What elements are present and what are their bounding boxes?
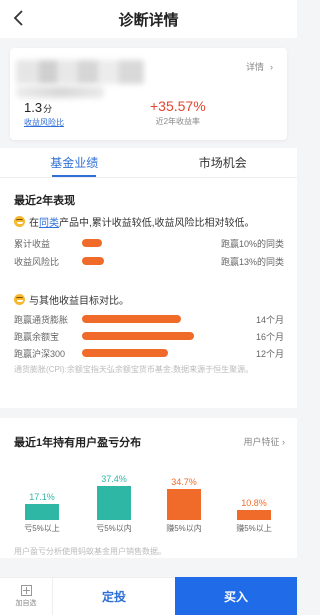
target-row-csi300: 跑赢沪深300 12个月: [14, 346, 284, 360]
target-bar-track: [82, 315, 232, 323]
target-note: 与其他收益目标对比。: [14, 292, 129, 307]
distribution-pct: 34.7%: [171, 477, 197, 487]
chevron-left-icon: [13, 10, 23, 26]
target-bar: [82, 315, 181, 323]
tab-fund-performance[interactable]: 基金业绩: [0, 148, 149, 177]
target-row-value: 14个月: [255, 314, 284, 325]
distribution-label: 赚5%以上: [236, 524, 272, 533]
detail-label: 详情: [245, 62, 264, 72]
distribution-pct: 17.1%: [29, 492, 55, 502]
distribution-column: 34.7% 赚5%以内: [158, 477, 210, 534]
distribution-column: 17.1% 亏5%以上: [16, 492, 68, 534]
detail-link[interactable]: 详情 ›: [246, 60, 273, 73]
bottom-action-bar: 加自选 定投 买入: [0, 577, 297, 615]
target-bar-track: [82, 349, 232, 357]
distribution-label: 赚5%以内: [166, 524, 202, 533]
target-bar: [82, 349, 168, 357]
section-title: 最近2年表现: [14, 195, 76, 207]
target-row-label: 跑赢沪深300: [14, 348, 66, 359]
risk-return-metric: 1.3分 收益风险比: [24, 100, 64, 128]
peer-row-value: 跑赢13%的同类: [220, 256, 284, 267]
peer-bar-track: [82, 257, 212, 265]
fund-summary-card[interactable]: 详情 › 1.3分 收益风险比 +35.57% 近2年收益率: [10, 48, 287, 140]
peer-row-label: 收益风险比: [14, 256, 60, 267]
target-row-value: 12个月: [255, 348, 284, 359]
distribution-column: 10.8% 赚5%以上: [228, 498, 280, 534]
target-row-yuebao: 跑赢余额宝 16个月: [14, 329, 284, 343]
add-to-watchlist-label: 加自选: [15, 600, 37, 607]
peer-note: 在同类 产品中,累计收益较低,收益风险比相对较低。: [14, 214, 255, 229]
peer-row-risk-return: 收益风险比 跑赢13%的同类: [14, 254, 284, 268]
distribution-pct: 10.8%: [241, 498, 267, 508]
fund-name-blurred: [16, 60, 144, 84]
smiley-icon: [14, 216, 25, 227]
distribution-panel: 最近1年持有用户盈亏分布 用户特征 › 17.1% 亏5%以上 37.4% 亏5…: [0, 418, 297, 558]
distribution-label: 亏5%以内: [96, 524, 132, 533]
two-year-return-metric: +35.57% 近2年收益率: [150, 98, 206, 127]
tab-market-opportunity[interactable]: 市场机会: [149, 148, 298, 177]
peer-bar-track: [82, 239, 212, 247]
target-row-label: 跑赢通货膨胀: [14, 314, 69, 325]
distribution-bar: [25, 504, 59, 520]
page-title: 诊断详情: [118, 11, 179, 29]
peer-bar: [82, 239, 102, 247]
performance-panel: 基金业绩 市场机会 最近2年表现 在同类 产品中,累计收益较低,收益风险比相对较低…: [0, 148, 297, 408]
buy-button[interactable]: 买入: [175, 577, 297, 615]
target-row-inflation: 跑赢通货膨胀 14个月: [14, 312, 284, 326]
plus-square-icon: [20, 585, 32, 596]
tab-bar: 基金业绩 市场机会: [0, 148, 297, 178]
auto-invest-button[interactable]: 定投: [52, 577, 175, 615]
chevron-right-icon: ›: [270, 61, 273, 72]
target-bar-track: [82, 332, 232, 340]
risk-return-unit: 分: [43, 104, 53, 114]
peer-row-value: 跑赢10%的同类: [220, 238, 284, 249]
add-to-watchlist-button[interactable]: 加自选: [0, 577, 52, 615]
target-row-value: 16个月: [255, 331, 284, 342]
peer-row-cumulative: 累计收益 跑赢10%的同类: [14, 236, 284, 250]
risk-return-label[interactable]: 收益风险比: [24, 117, 64, 128]
peer-row-label: 累计收益: [14, 238, 51, 249]
fund-code-blurred: [16, 86, 104, 98]
target-row-label: 跑赢余额宝: [14, 331, 60, 342]
risk-return-value: 1.3: [24, 100, 43, 115]
peer-link[interactable]: 同类: [39, 214, 59, 229]
back-button[interactable]: [8, 6, 30, 30]
distribution-column: 37.4% 亏5%以内: [88, 474, 140, 534]
target-note-text: 与其他收益目标对比。: [29, 296, 129, 307]
distribution-pct: 37.4%: [101, 474, 127, 484]
distribution-bar: [237, 510, 271, 520]
distribution-bar: [97, 486, 131, 520]
two-year-return-label: 近2年收益率: [155, 117, 201, 126]
distribution-label: 亏5%以上: [24, 524, 60, 533]
target-bar: [82, 332, 194, 340]
distribution-title: 最近1年持有用户盈亏分布: [14, 437, 142, 449]
smiley-icon: [14, 294, 25, 305]
two-year-return-value: +35.57%: [150, 98, 206, 114]
peer-note-suffix: 产品中,累计收益较低,收益风险比相对较低。: [59, 218, 255, 229]
user-features-label: 用户特征: [243, 437, 280, 447]
distribution-footnote: 用户盈亏分析使用蚂蚁基金用户销售数据。: [14, 547, 166, 556]
nav-bar: 诊断详情: [0, 0, 297, 38]
peer-bar: [82, 257, 104, 265]
source-note: 通货膨胀(CPI):余额宝指天弘余额宝货币基金;数据来源于恒生聚源。: [14, 365, 254, 374]
peer-note-prefix: 在: [29, 218, 39, 229]
user-features-link[interactable]: 用户特征 ›: [243, 435, 285, 448]
distribution-bar: [167, 489, 201, 520]
